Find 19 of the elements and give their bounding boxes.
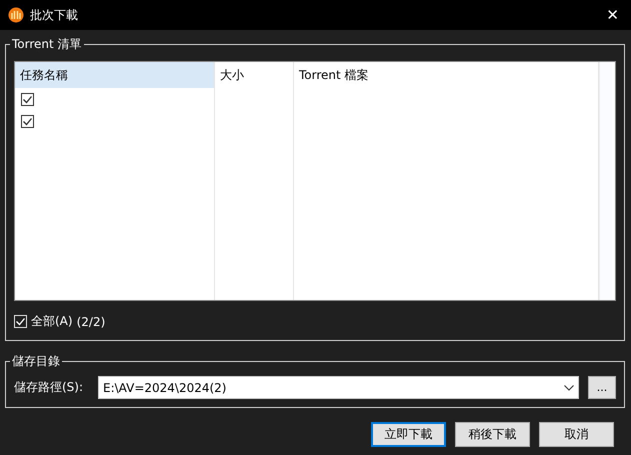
dialog-button[interactable]: 稍後下載	[455, 422, 530, 447]
close-button[interactable]: ✕	[602, 6, 623, 24]
chevron-down-icon	[564, 384, 574, 390]
window-title: 批次下載	[30, 6, 79, 24]
dialog-button[interactable]: 取消	[539, 422, 614, 447]
selection-count: (2/2)	[76, 314, 106, 328]
group-title: 儲存目錄	[11, 353, 61, 370]
column-header[interactable]: 大小	[215, 62, 294, 88]
app-logo-icon	[8, 7, 24, 23]
checkbox[interactable]	[21, 114, 34, 128]
checkbox[interactable]	[21, 92, 34, 106]
select-all-label[interactable]: 全部(A)	[31, 313, 73, 330]
group-title: Torrent 清單	[11, 36, 83, 53]
path-combobox[interactable]: E:\AV=2024\2024(2)	[98, 376, 579, 399]
path-label: 儲存路徑(S):	[14, 379, 84, 396]
scrollbar[interactable]	[599, 62, 612, 300]
browse-button[interactable]: ...	[588, 376, 616, 399]
dialog-button[interactable]: 立即下載	[371, 422, 446, 447]
column-header[interactable]: 任務名稱	[15, 62, 215, 88]
